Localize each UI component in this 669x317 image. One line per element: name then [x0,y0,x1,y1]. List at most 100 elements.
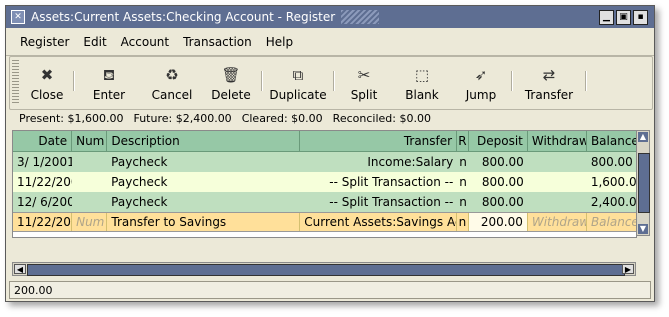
table-header: Date Num Description Transfer R Deposit … [13,131,636,152]
register-table: Date Num Description Transfer R Deposit … [12,130,637,238]
menu-help[interactable]: Help [266,35,293,49]
header-transfer[interactable]: Transfer [300,131,458,151]
delete-label: Delete [211,88,251,102]
table-row[interactable]: 11/22/2001 Paycheck -- Split Transaction… [13,172,636,192]
window-title: Assets:Current Assets:Checking Account -… [31,10,336,24]
close-icon: ✖ [40,66,54,84]
cell-balance: 800.00 [590,155,633,169]
blank-page-icon: ⬚ [414,66,430,84]
cancel-icon: ♻ [165,66,179,84]
cleared-balance: Cleared: $0.00 [241,111,323,125]
cell-num[interactable] [72,192,107,212]
split-button[interactable]: ✂ Split [335,57,393,109]
cell-withdrawal[interactable] [528,192,587,212]
header-description[interactable]: Description [107,131,301,151]
cell-date[interactable]: 3/ 1/2001 [13,152,72,172]
menu-bar: Register Edit Account Transaction Help [6,29,654,56]
register-window: ✕ Assets:Current Assets:Checking Account… [5,5,655,302]
cell-description[interactable]: Paycheck [107,172,300,192]
cell-reconcile[interactable]: n [457,192,469,212]
cell-description[interactable]: Transfer to Savings [107,213,301,231]
duplicate-icon: ⧉ [292,66,304,84]
present-balance: Present: $1,600.00 [19,111,124,125]
cell-withdrawal[interactable] [528,152,587,172]
cell-num[interactable] [72,172,107,192]
scroll-down-icon[interactable]: ▼ [638,224,648,234]
close-x-icon[interactable]: ✕ [11,10,25,24]
menu-register[interactable]: Register [20,35,69,49]
toolbar-handle[interactable] [12,60,19,104]
menu-transaction[interactable]: Transaction [183,35,252,49]
cell-reconcile[interactable]: n [457,152,469,172]
transfer-icon: ⇄ [542,66,556,84]
jump-label: Jump [465,88,497,102]
split-label: Split [350,88,378,102]
header-num[interactable]: Num [72,131,108,151]
transfer-label: Transfer [524,88,574,102]
enter-label: Enter [92,88,126,102]
jump-icon: ➶ [474,66,488,84]
minimize-button[interactable]: ▁ [599,10,614,25]
duplicate-label: Duplicate [269,88,327,102]
menu-edit[interactable]: Edit [83,35,106,49]
horizontal-scroll-thumb[interactable] [27,264,625,276]
table-row[interactable]: 3/ 1/2001 Paycheck Income:Salary n 800.0… [13,152,636,172]
cell-reconcile[interactable]: n [457,172,469,192]
title-bar[interactable]: ✕ Assets:Current Assets:Checking Account… [6,6,654,28]
cell-deposit[interactable]: 800.00 [469,192,528,212]
vertical-scroll-thumb[interactable] [638,153,650,213]
vertical-scrollbar[interactable]: ▲ ▼ [636,130,650,236]
future-balance: Future: $2,400.00 [133,111,232,125]
cell-deposit[interactable]: 800.00 [469,172,528,192]
header-balance[interactable]: Balance [587,131,636,151]
enter-icon: ⛾ [102,66,116,84]
cell-transfer[interactable]: Income:Salary [300,152,457,172]
cell-withdrawal[interactable] [528,172,587,192]
cell-num[interactable]: Num [72,213,108,231]
cell-balance: Balance [590,215,637,229]
horizontal-scrollbar[interactable]: ◀ ▶ [12,262,636,276]
close-label: Close [30,88,64,102]
header-date[interactable]: Date [13,131,73,151]
close-button[interactable]: ✖ Close [21,57,73,109]
cell-description[interactable]: Paycheck [107,152,300,172]
duplicate-button[interactable]: ⧉ Duplicate [263,57,333,109]
status-bar: 200.00 [9,281,651,299]
toolbar-separator [585,71,587,91]
cell-reconcile[interactable]: n [457,213,469,231]
header-deposit[interactable]: Deposit [469,131,528,151]
maximize-button[interactable]: ▣ [616,10,631,25]
cell-description[interactable]: Paycheck [107,192,300,212]
deposit-input[interactable]: 200.00 [468,213,528,231]
jump-button[interactable]: ➶ Jump [451,57,511,109]
cell-date[interactable]: 11/22/2001 [13,172,72,192]
scroll-right-icon[interactable]: ▶ [622,264,634,274]
transfer-button[interactable]: ⇄ Transfer [513,57,585,109]
split-icon: ✂ [357,66,371,84]
cell-date[interactable]: 12/ 6/2001 [13,192,72,212]
header-reconcile[interactable]: R [457,131,469,151]
cell-date[interactable]: 11/22/2001 [13,213,73,231]
cell-transfer[interactable]: -- Split Transaction -- [300,192,457,212]
reconciled-balance: Reconciled: $0.00 [332,111,431,125]
enter-button[interactable]: ⛾ Enter [75,57,143,109]
cell-transfer[interactable]: -- Split Transaction -- [300,172,457,192]
close-window-button[interactable]: ▪ [633,10,648,25]
cancel-button[interactable]: ♻ Cancel [143,57,201,109]
titlebar-grip-icon [341,10,380,24]
cell-transfer[interactable]: Current Assets:Savings Account [300,213,458,231]
menu-account[interactable]: Account [121,35,169,49]
scroll-up-icon[interactable]: ▲ [638,132,648,142]
cell-deposit[interactable]: 800.00 [469,152,528,172]
delete-button[interactable]: 🗑 Delete [201,57,261,109]
table-row[interactable]: 12/ 6/2001 Paycheck -- Split Transaction… [13,192,636,212]
cell-num[interactable] [72,152,107,172]
header-withdrawal[interactable]: Withdrawal [528,131,587,151]
trash-icon: 🗑 [221,66,241,84]
blank-button[interactable]: ⬚ Blank [393,57,451,109]
cell-withdrawal[interactable]: Withdrawal [528,213,587,231]
cell-balance: 2,400.00 [590,195,636,209]
toolbar: ✖ Close ⛾ Enter ♻ Cancel 🗑 Delete ⧉ Dupl… [9,56,653,110]
scroll-left-icon[interactable]: ◀ [14,264,26,274]
table-row-current[interactable]: 11/22/2001 Num Transfer to Savings Curre… [13,212,636,232]
